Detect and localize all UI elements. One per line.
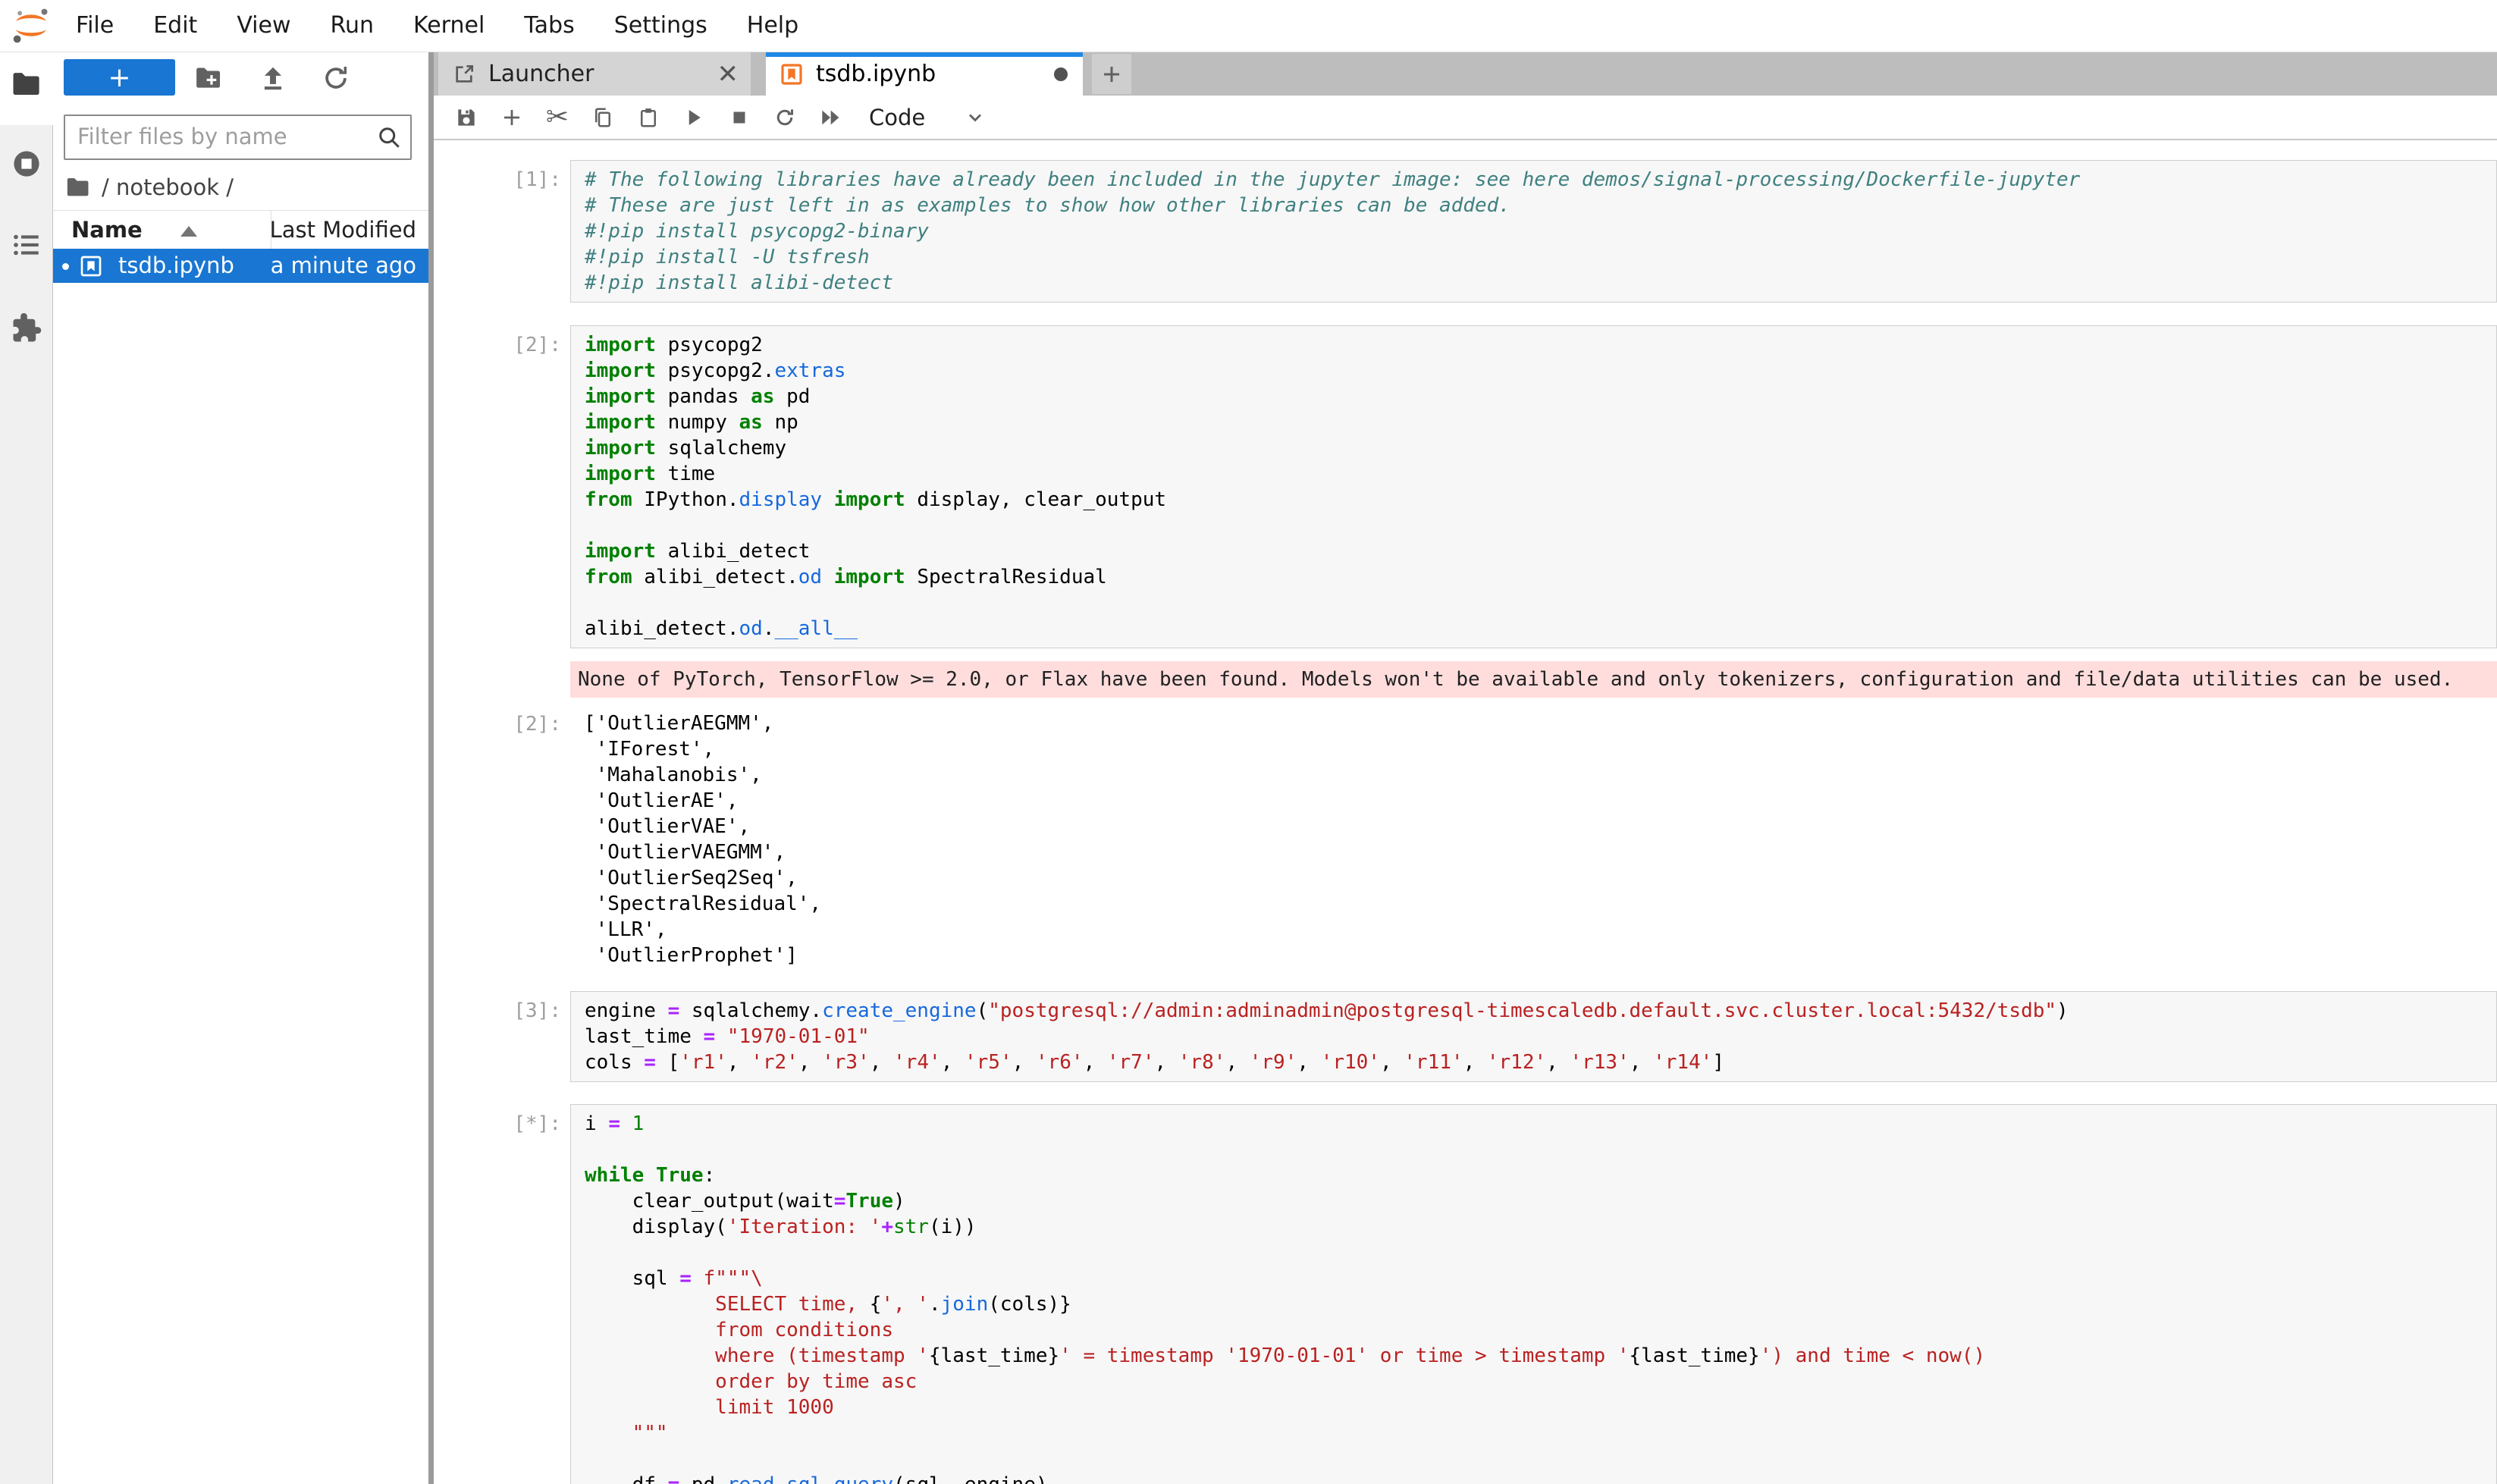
- menu-item-settings[interactable]: Settings: [594, 0, 727, 52]
- breadcrumb-path: / notebook /: [102, 174, 234, 200]
- copy-cells-button[interactable]: [590, 105, 616, 130]
- upload-icon[interactable]: [259, 64, 287, 93]
- tab-bar: Launcher ✕ tsdb.ipynb: [434, 52, 2497, 96]
- file-filter-input[interactable]: [76, 119, 359, 154]
- menu-item-help[interactable]: Help: [727, 0, 818, 52]
- menu-item-kernel[interactable]: Kernel: [394, 0, 504, 52]
- execution-prompt: [*]:: [434, 1104, 570, 1137]
- tab-launcher[interactable]: Launcher ✕: [438, 52, 751, 96]
- menu-item-file[interactable]: File: [56, 0, 133, 52]
- code-cell: [*]:i = 1 while True: clear_output(wait=…: [434, 1104, 2497, 1484]
- code-cell-input[interactable]: import psycopg2import psycopg2.extrasimp…: [570, 325, 2497, 648]
- paste-cells-button[interactable]: [635, 105, 661, 130]
- cell-output: [2]:['OutlierAEGMM', 'IForest', 'Mahalan…: [434, 704, 2497, 974]
- panel-splitter[interactable]: [428, 52, 434, 1484]
- file-list-header: Name Last Modified: [53, 210, 428, 249]
- restart-kernel-button[interactable]: [772, 105, 798, 130]
- launcher-icon: [452, 62, 476, 86]
- table-of-contents-icon[interactable]: [11, 229, 42, 261]
- sort-ascending-icon[interactable]: [180, 226, 197, 237]
- add-cell-button[interactable]: [499, 105, 525, 130]
- tab-notebook-label: tsdb.ipynb: [816, 61, 936, 87]
- notebook-icon: [780, 62, 804, 86]
- jupyterlab-window: FileEditViewRunKernelTabsSettingsHelp +: [0, 0, 2497, 1484]
- menu-item-edit[interactable]: Edit: [133, 0, 217, 52]
- cut-cells-button[interactable]: ✂: [544, 105, 570, 130]
- restart-run-all-button[interactable]: [817, 105, 843, 130]
- cell-type-dropdown[interactable]: Code: [869, 105, 925, 130]
- running-kernels-icon[interactable]: [11, 148, 42, 180]
- code-cell: [3]:engine = sqlalchemy.create_engine("p…: [434, 991, 2497, 1082]
- code-cell: [1]:# The following libraries have alrea…: [434, 160, 2497, 303]
- menu-item-run[interactable]: Run: [311, 0, 394, 52]
- file-name: tsdb.ipynb: [118, 253, 234, 278]
- notebook-toolbar: ✂ Code: [434, 96, 2497, 140]
- active-tab-indicator: [766, 52, 1083, 57]
- execution-prompt: [3]:: [434, 991, 570, 1024]
- notebook-content: [1]:# The following libraries have alrea…: [434, 140, 2497, 1484]
- menu-item-tabs[interactable]: Tabs: [504, 0, 594, 52]
- save-button[interactable]: [453, 105, 479, 130]
- breadcrumb[interactable]: / notebook /: [65, 172, 234, 202]
- extension-manager-icon[interactable]: [11, 312, 42, 344]
- stderr-output: None of PyTorch, TensorFlow >= 2.0, or F…: [570, 661, 2497, 698]
- refresh-icon[interactable]: [322, 64, 350, 93]
- code-cell: [2]:import psycopg2import psycopg2.extra…: [434, 325, 2497, 648]
- main-area: Launcher ✕ tsdb.ipynb: [434, 52, 2497, 1484]
- notebook-file-icon: [79, 254, 103, 278]
- unsaved-dot[interactable]: [1054, 67, 1068, 81]
- file-browser-panel: + / notebook / Name: [53, 52, 428, 1484]
- stop-kernel-button[interactable]: [726, 105, 752, 130]
- activity-bar: [0, 52, 53, 1484]
- search-icon: [375, 124, 403, 151]
- modified-dot: [62, 263, 69, 270]
- new-tab-button[interactable]: [1092, 54, 1131, 94]
- run-cell-button[interactable]: [681, 105, 707, 130]
- code-cell-input[interactable]: # The following libraries have already b…: [570, 160, 2497, 303]
- execution-prompt: [1]:: [434, 160, 570, 193]
- code-cell-input[interactable]: engine = sqlalchemy.create_engine("postg…: [570, 991, 2497, 1082]
- file-browser-icon[interactable]: [11, 68, 42, 100]
- folder-icon: [65, 174, 91, 200]
- file-last-modified: a minute ago: [271, 253, 416, 278]
- new-launcher-button[interactable]: +: [64, 59, 175, 96]
- menu-item-view[interactable]: View: [217, 0, 310, 52]
- column-last-modified[interactable]: Last Modified: [270, 217, 416, 243]
- code-cell-input[interactable]: i = 1 while True: clear_output(wait=True…: [570, 1104, 2497, 1484]
- output-prompt: [2]:: [434, 704, 570, 737]
- jupyter-logo-icon: [6, 1, 56, 51]
- tab-notebook[interactable]: tsdb.ipynb: [766, 52, 1083, 96]
- close-icon[interactable]: ✕: [717, 59, 739, 89]
- chevron-down-icon[interactable]: [965, 107, 986, 128]
- menu-items: FileEditViewRunKernelTabsSettingsHelp: [56, 0, 818, 52]
- file-filter-box: [64, 115, 412, 160]
- new-folder-icon[interactable]: [194, 64, 223, 93]
- tab-launcher-label: Launcher: [488, 61, 594, 87]
- menu-bar: FileEditViewRunKernelTabsSettingsHelp: [0, 0, 2497, 52]
- file-row-selected[interactable]: tsdb.ipynb a minute ago: [53, 249, 428, 283]
- output-text: ['OutlierAEGMM', 'IForest', 'Mahalanobis…: [570, 704, 2497, 974]
- execution-prompt: [2]:: [434, 325, 570, 358]
- column-name[interactable]: Name: [71, 217, 143, 243]
